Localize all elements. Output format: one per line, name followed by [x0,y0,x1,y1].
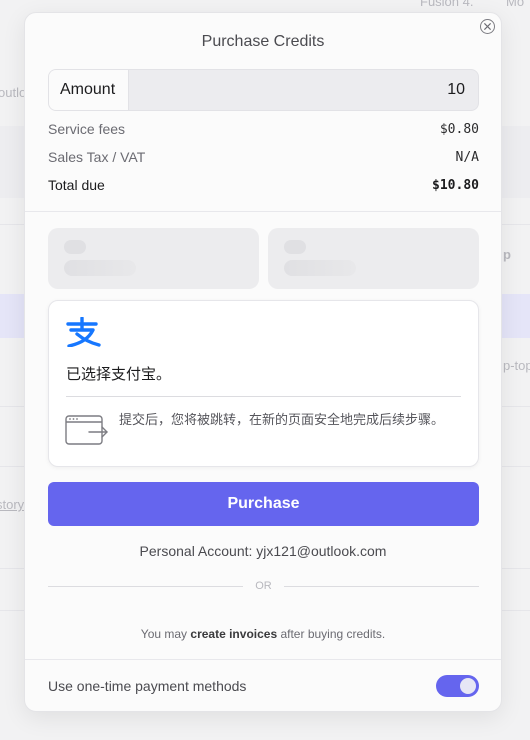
background-text: outlo [0,85,27,100]
amount-input[interactable]: 10 [447,70,465,110]
background-text: Fusion 4. [420,0,474,9]
footer-divider [25,659,501,660]
background-link: story [0,497,25,512]
payment-method-placeholder [48,228,259,289]
toggle-knob [460,678,476,694]
alipay-selected-text: 已选择支付宝。 [66,366,172,383]
or-separator: OR [48,579,479,593]
dialog-title: Purchase Credits [201,33,325,50]
payment-method-placeholder [268,228,479,289]
separator-line [284,586,479,587]
create-invoices-link[interactable]: create invoices [190,627,277,641]
purchase-button[interactable]: Purchase [48,482,479,526]
panel-divider [66,396,461,397]
service-fees-label: Service fees [48,121,126,137]
alipay-payment-panel: 已选择支付宝。 提交后，您将被跳转，在新的页面安全地完成后续步骤。 [48,300,479,467]
skeleton-bar [284,260,356,276]
sales-tax-row: Sales Tax / VAT N/A [48,147,479,167]
section-divider [25,211,501,212]
one-time-payment-toggle[interactable] [436,675,479,697]
browser-redirect-icon [65,415,108,445]
close-icon[interactable] [480,19,495,34]
redirect-notice: 提交后，您将被跳转，在新的页面安全地完成后续步骤。 [119,412,445,427]
one-time-payment-label: Use one-time payment methods [48,678,247,694]
amount-label: Amount [49,70,129,110]
skeleton-bar [64,260,136,276]
personal-account-label: Personal Account: yjx121@outlook.com [139,543,387,559]
total-due-row: Total due $10.80 [48,175,479,195]
total-due-label: Total due [48,177,105,193]
service-fees-row: Service fees $0.80 [48,119,479,139]
total-due-value: $10.80 [432,177,479,193]
skeleton-dot [64,240,86,254]
background-text: p-top [503,358,530,373]
sales-tax-label: Sales Tax / VAT [48,149,146,165]
invoice-note-prefix: You may [140,627,188,641]
background-text: Mo [506,0,525,9]
purchase-credits-dialog: Purchase Credits Amount 10 Service fees … [24,12,502,712]
background-text: p [503,247,511,262]
invoice-note: You may create invoices after buying cre… [25,627,501,641]
sales-tax-value: N/A [455,149,479,165]
invoice-note-suffix: after buying credits. [280,627,386,641]
amount-field[interactable]: Amount 10 [48,69,479,111]
service-fees-value: $0.80 [439,121,479,137]
skeleton-dot [284,240,306,254]
alipay-icon [66,317,101,347]
